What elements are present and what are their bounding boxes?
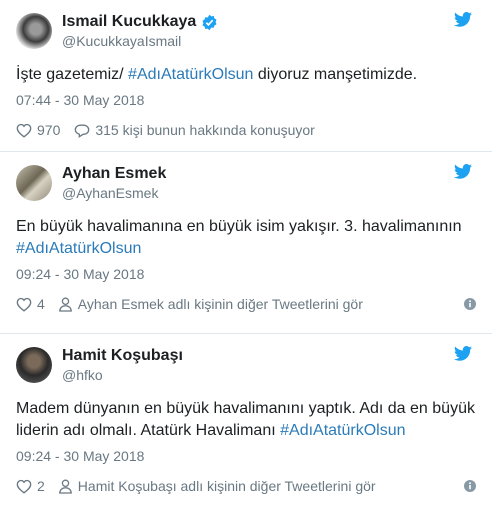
like-count: 2 xyxy=(37,478,45,494)
author-name-row: Hamit Koşubaşı xyxy=(62,346,183,366)
like-action[interactable]: 4 xyxy=(16,296,45,312)
like-count: 4 xyxy=(37,296,45,312)
author-block: Ayhan Esmek @AyhanEsmek xyxy=(62,164,166,202)
author-handle[interactable]: @AyhanEsmek xyxy=(62,184,166,202)
tweet-timestamp[interactable]: 07:44 - 30 May 2018 xyxy=(16,90,476,110)
avatar[interactable] xyxy=(16,13,52,49)
author-name[interactable]: Hamit Koşubaşı xyxy=(62,346,183,366)
author-block: Ismail Kucukkaya @KucukkayaIsmail xyxy=(62,12,218,50)
author-name-row: Ayhan Esmek xyxy=(62,164,166,184)
hashtag-link[interactable]: #AdıAtatürkOlsun xyxy=(280,422,405,439)
author-name-row: Ismail Kucukkaya xyxy=(62,12,218,32)
heart-icon xyxy=(16,297,32,312)
tweet-header: Hamit Koşubaşı @hfko xyxy=(16,344,476,386)
author-handle[interactable]: @hfko xyxy=(62,366,183,384)
tweet-card: Hamit Koşubaşı @hfko Madem dünyanın en b… xyxy=(0,334,492,515)
tweet-card: Ayhan Esmek @AyhanEsmek En büyük havalim… xyxy=(0,152,492,334)
like-action[interactable]: 2 xyxy=(16,478,45,494)
tweet-text-part: En büyük havalimanına en büyük isim yakı… xyxy=(16,218,462,235)
tweet-text: En büyük havalimanına en büyük isim yakı… xyxy=(16,216,476,260)
verified-badge-icon xyxy=(202,14,217,30)
tweet-actions: 4 Ayhan Esmek adlı kişinin diğer Tweetle… xyxy=(16,296,476,312)
like-action[interactable]: 970 xyxy=(16,122,60,138)
heart-icon xyxy=(16,123,32,138)
author-block: Hamit Koşubaşı @hfko xyxy=(62,346,183,384)
avatar[interactable] xyxy=(16,165,52,201)
more-tweets-link[interactable]: Ayhan Esmek adlı kişinin diğer Tweetleri… xyxy=(58,296,363,312)
author-name[interactable]: Ayhan Esmek xyxy=(62,164,166,184)
author-name[interactable]: Ismail Kucukkaya xyxy=(62,12,196,32)
tweet-actions: 970 315 kişi bunun hakkında konuşuyor xyxy=(16,122,476,138)
more-tweets-text: Ayhan Esmek adlı kişinin diğer Tweetleri… xyxy=(77,296,363,312)
conversation-text: 315 kişi bunun hakkında konuşuyor xyxy=(95,122,315,138)
tweet-text-part: İşte gazetemiz/ xyxy=(16,66,129,83)
heart-icon xyxy=(16,479,32,494)
person-icon xyxy=(58,479,72,494)
tweet-header: Ismail Kucukkaya @KucukkayaIsmail xyxy=(16,10,476,52)
like-count: 970 xyxy=(37,122,61,138)
tweet-timestamp[interactable]: 09:24 - 30 May 2018 xyxy=(16,264,476,284)
twitter-bird-icon[interactable] xyxy=(454,346,472,361)
conversation-link[interactable]: 315 kişi bunun hakkında konuşuyor xyxy=(74,122,315,138)
tweet-timestamp[interactable]: 09:24 - 30 May 2018 xyxy=(16,446,476,466)
tweet-text-part: Madem dünyanın en büyük havalimanını yap… xyxy=(16,400,475,439)
twitter-bird-icon[interactable] xyxy=(454,12,472,27)
tweet-actions: 2 Hamit Koşubaşı adlı kişinin diğer Twee… xyxy=(16,478,476,494)
more-tweets-text: Hamit Koşubaşı adlı kişinin diğer Tweetl… xyxy=(77,478,376,494)
author-handle[interactable]: @KucukkayaIsmail xyxy=(62,32,218,50)
tweet-text: Madem dünyanın en büyük havalimanını yap… xyxy=(16,398,476,442)
more-tweets-link[interactable]: Hamit Koşubaşı adlı kişinin diğer Tweetl… xyxy=(58,478,376,494)
person-icon xyxy=(58,297,72,312)
avatar[interactable] xyxy=(16,347,52,383)
info-icon[interactable] xyxy=(464,480,476,492)
tweet-text-part: diyoruz manşetimizde. xyxy=(253,66,418,83)
tweet-card: Ismail Kucukkaya @KucukkayaIsmail İşte g… xyxy=(0,0,492,152)
twitter-bird-icon[interactable] xyxy=(454,164,472,179)
reply-bubble-icon xyxy=(75,124,90,138)
hashtag-link[interactable]: #AdıAtatürkOlsun xyxy=(128,66,253,83)
tweet-header: Ayhan Esmek @AyhanEsmek xyxy=(16,162,476,204)
tweet-text: İşte gazetemiz/ #AdıAtatürkOlsun diyoruz… xyxy=(16,64,476,86)
info-icon[interactable] xyxy=(464,298,476,310)
hashtag-link[interactable]: #AdıAtatürkOlsun xyxy=(16,240,141,257)
